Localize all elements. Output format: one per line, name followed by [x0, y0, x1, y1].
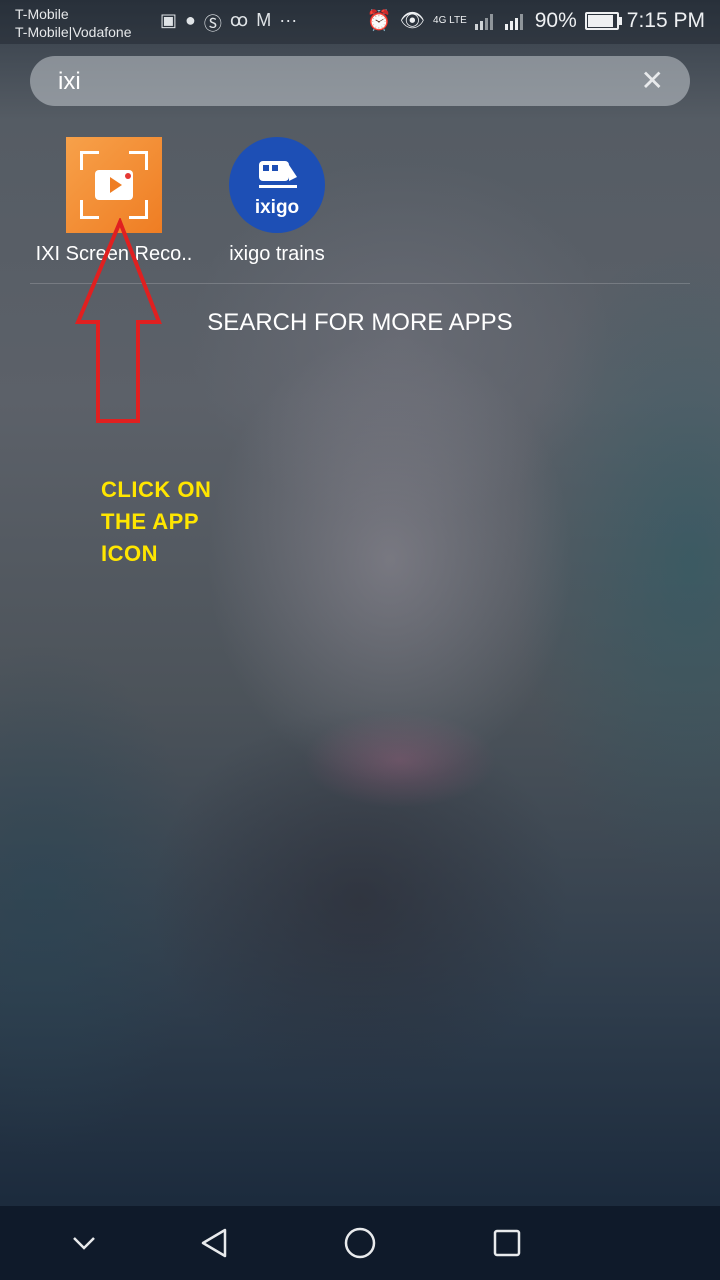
annotation-line: ICON — [101, 541, 158, 566]
carrier-primary: T-Mobile — [15, 6, 69, 22]
navigation-bar — [0, 1206, 720, 1280]
ixigo-logo-text: ixigo — [254, 197, 300, 218]
status-bar: T-Mobile T-Mobile|Vodafone ▣ ● Ⓢ ꝏ M ···… — [0, 0, 720, 44]
collapse-icon[interactable] — [44, 1206, 124, 1280]
train-icon — [259, 161, 297, 188]
signal-strength-icon — [474, 13, 493, 30]
screen-record-icon: ▣ — [160, 10, 178, 30]
annotation-arrow — [75, 218, 162, 423]
battery-icon — [584, 11, 622, 30]
alarm-icon: ⏰ — [366, 10, 392, 32]
signal-roaming-icon — [504, 13, 523, 30]
recents-icon[interactable] — [467, 1206, 547, 1280]
status-right: ⏰ 👁 4G LTE 90% 7:15 PM — [367, 8, 705, 33]
annotation-line: THE APP — [101, 509, 200, 534]
search-input[interactable]: ixi — [58, 68, 81, 96]
chat-icon: ● — [185, 10, 196, 30]
home-icon[interactable] — [320, 1206, 400, 1280]
gmail-icon: M — [256, 10, 272, 30]
annotation-line: CLICK ON — [101, 477, 212, 502]
app-label: ixigo trains — [229, 243, 325, 265]
app-result-ixigo-trains[interactable]: ixigo ixigo trains — [177, 137, 377, 266]
close-icon[interactable]: ✕ — [641, 67, 664, 95]
battery-percent: 90% — [534, 8, 577, 32]
annotation-text: CLICK ON THE APP ICON — [101, 474, 211, 570]
back-icon[interactable] — [174, 1206, 254, 1280]
eye-comfort-icon: 👁 — [399, 10, 426, 32]
search-bar[interactable]: ixi ✕ — [30, 56, 690, 106]
clock: 7:15 PM — [626, 8, 705, 32]
carrier-secondary: T-Mobile|Vodafone — [15, 24, 132, 40]
voicemail-icon: ꝏ — [229, 10, 249, 30]
skype-icon: Ⓢ — [203, 14, 222, 34]
notification-icons: ▣ ● Ⓢ ꝏ M ··· — [160, 10, 297, 36]
carrier-info: T-Mobile T-Mobile|Vodafone — [15, 5, 132, 41]
signal-4g-icon: 4G LTE — [433, 14, 467, 26]
more-dots-icon: ··· — [279, 10, 298, 30]
ixigo-trains-icon[interactable]: ixigo — [229, 137, 325, 233]
